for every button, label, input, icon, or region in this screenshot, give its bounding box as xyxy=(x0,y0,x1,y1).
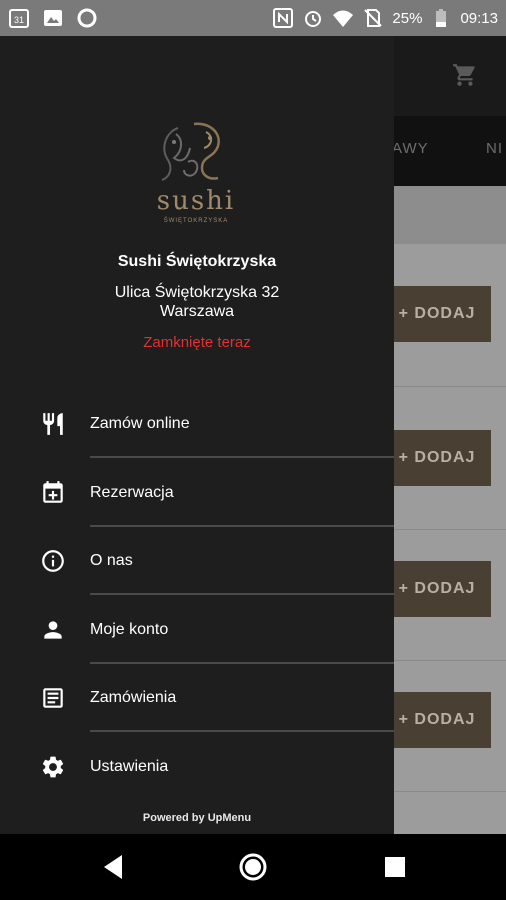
add-button[interactable]: + DODAJ xyxy=(383,692,491,748)
menu-item-label: Moje konto xyxy=(90,621,169,638)
recents-icon[interactable] xyxy=(380,852,410,882)
menu-item-orders[interactable]: Zamówienia xyxy=(0,668,394,728)
clock: 09:13 xyxy=(460,9,498,27)
wifi-icon xyxy=(332,7,354,29)
add-button[interactable]: + DODAJ xyxy=(383,561,491,617)
restaurant-icon xyxy=(40,411,66,437)
info-icon xyxy=(40,548,66,574)
person-icon xyxy=(40,617,66,643)
menu-item-label: O nas xyxy=(90,552,133,569)
settings-icon xyxy=(40,754,66,780)
nfc-icon xyxy=(272,7,294,29)
navigation-drawer: sushi ŚWIĘTOKRZYSKA Sushi Świętokrzyska … xyxy=(0,36,394,834)
image-icon xyxy=(42,7,64,29)
menu-divider xyxy=(90,730,394,732)
menu-item-label: Ustawienia xyxy=(90,758,169,775)
menu-item-reservation[interactable]: Rezerwacja xyxy=(0,463,394,523)
calendar-day: 31 xyxy=(14,15,24,25)
row-divider xyxy=(394,529,506,530)
restaurant-city: Warszawa xyxy=(159,303,235,320)
system-nav-bar xyxy=(0,834,506,900)
menu-item-label: Zamówienia xyxy=(90,689,177,706)
powered-by[interactable]: Powered by UpMenu xyxy=(0,812,394,824)
circle-icon xyxy=(76,7,98,29)
menu-divider xyxy=(90,593,394,595)
menu-item-about[interactable]: O nas xyxy=(0,531,394,591)
menu-item-order-online[interactable]: Zamów online xyxy=(0,394,394,454)
back-icon[interactable] xyxy=(98,852,128,882)
menu-item-label: Zamów online xyxy=(90,415,190,432)
row-divider xyxy=(394,386,506,387)
restaurant-name: Sushi Świętokrzyska xyxy=(117,253,277,270)
menu-item-account[interactable]: Moje konto xyxy=(0,600,394,660)
cart-icon[interactable] xyxy=(452,62,478,93)
logo-wordmark: sushi xyxy=(156,186,236,216)
alarm-icon xyxy=(302,7,324,29)
orders-icon xyxy=(40,685,66,711)
calendar-add-icon xyxy=(40,480,66,506)
no-sim-icon xyxy=(362,7,384,29)
home-icon[interactable] xyxy=(238,852,268,882)
menu-divider xyxy=(90,662,394,664)
restaurant-street: Ulica Świętokrzyska 32 xyxy=(114,284,280,301)
status-bar: 31 25% 09:13 xyxy=(0,0,506,36)
battery-icon xyxy=(430,7,452,29)
battery-percent: 25% xyxy=(392,9,423,27)
menu-divider xyxy=(90,525,394,527)
add-button[interactable]: + DODAJ xyxy=(383,430,491,486)
row-divider xyxy=(394,791,506,792)
menu-item-label: Rezerwacja xyxy=(90,484,174,501)
add-button[interactable]: + DODAJ xyxy=(383,286,491,342)
calendar-icon: 31 xyxy=(8,7,30,29)
tab-next[interactable]: NI xyxy=(486,140,503,157)
restaurant-logo: sushi ŚWIĘTOKRZYSKA xyxy=(148,118,244,228)
opening-status: Zamknięte teraz xyxy=(143,334,251,351)
menu-divider xyxy=(90,456,394,458)
logo-subtitle: ŚWIĘTOKRZYSKA xyxy=(163,218,229,224)
menu-item-settings[interactable]: Ustawienia xyxy=(0,737,394,797)
row-divider xyxy=(394,660,506,661)
